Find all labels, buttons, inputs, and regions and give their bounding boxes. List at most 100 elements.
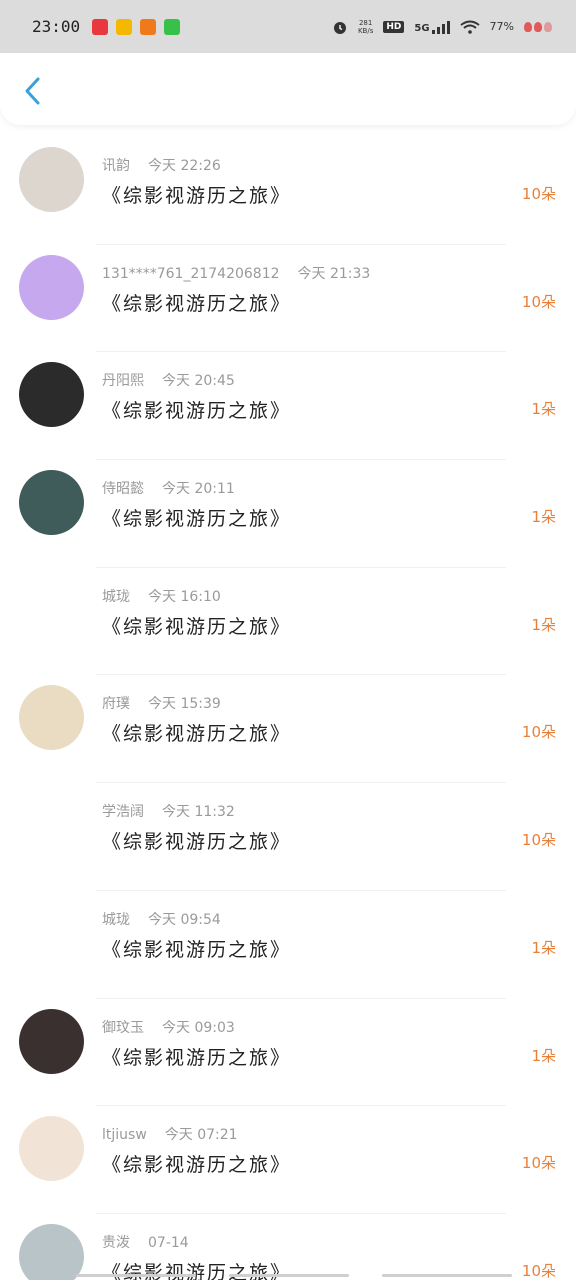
- user-name: 御玟玉: [102, 1019, 144, 1036]
- chevron-left-icon: [25, 77, 40, 105]
- list-item[interactable]: 府璞 今天 15:39 《综影视游历之旅》 10朵: [0, 675, 576, 784]
- gift-record-list: 讯韵 今天 22:26 《综影视游历之旅》 10朵 131****761_2174206…: [0, 137, 576, 1280]
- user-name: 府璞: [102, 696, 130, 713]
- avatar[interactable]: [19, 470, 84, 536]
- item-meta: 学浩阔 今天 11:32: [102, 801, 235, 821]
- item-meta: ltjiusw 今天 07:21: [102, 1124, 238, 1144]
- network-speed: 281 KB/s: [358, 19, 373, 35]
- book-title: 《综影视游历之旅》: [102, 615, 292, 638]
- status-bar: 23:00 281 KB/s HD 5G 77%: [0, 0, 576, 53]
- list-item[interactable]: 丹阳熙 今天 20:45 《综影视游历之旅》 1朵: [0, 352, 576, 461]
- item-meta: 131****761_2174206812 今天 21:33: [102, 263, 370, 283]
- user-name: 侍昭懿: [102, 481, 144, 498]
- book-title: 《综影视游历之旅》: [102, 1154, 292, 1177]
- gift-amount: 1朵: [531, 508, 556, 527]
- avatar[interactable]: [19, 147, 84, 212]
- back-button[interactable]: [14, 73, 50, 109]
- gift-amount: 10朵: [521, 831, 556, 850]
- avatar[interactable]: [19, 254, 84, 320]
- list-item[interactable]: 城珑 今天 09:54 《综影视游历之旅》 1朵: [0, 891, 576, 999]
- list-item[interactable]: 讯韵 今天 22:26 《综影视游历之旅》 10朵: [0, 137, 576, 245]
- status-time: 23:00: [32, 17, 81, 36]
- avatar[interactable]: [19, 793, 84, 859]
- timestamp: 今天 07:21: [164, 1127, 238, 1144]
- user-name: 贵泼: [102, 1234, 130, 1251]
- avatar[interactable]: [19, 900, 84, 966]
- book-title: 《综影视游历之旅》: [102, 508, 292, 531]
- avatar[interactable]: [19, 577, 84, 643]
- book-title: 《综影视游历之旅》: [102, 723, 292, 746]
- list-item[interactable]: 御玟玉 今天 09:03 《综影视游历之旅》 1朵: [0, 999, 576, 1107]
- user-name: 城珑: [102, 588, 130, 605]
- gift-amount: 1朵: [531, 1046, 556, 1065]
- gift-amount: 10朵: [521, 185, 556, 203]
- timestamp: 今天 09:54: [148, 911, 221, 928]
- battery-level: 77%: [489, 20, 514, 33]
- network-speed-unit: KB/s: [357, 26, 374, 35]
- network-type-label: 5G: [414, 22, 430, 34]
- timestamp: 今天 22:26: [148, 158, 221, 174]
- item-meta: 城珑 今天 16:10: [102, 586, 221, 606]
- item-meta: 城珑 今天 09:54: [102, 909, 221, 929]
- app-notification-icon: [164, 18, 181, 35]
- gift-amount: 10朵: [521, 292, 556, 311]
- item-meta: 侍昭懿 今天 20:11: [102, 478, 235, 498]
- item-meta: 御玟玉 今天 09:03: [102, 1017, 235, 1037]
- book-title: 《综影视游历之旅》: [102, 831, 292, 854]
- avatar[interactable]: [19, 1116, 84, 1182]
- network-speed-value: 281: [358, 18, 373, 27]
- list-item[interactable]: 侍昭懿 今天 20:11 《综影视游历之旅》 1朵: [0, 460, 576, 568]
- hd-badge: HD: [383, 20, 405, 33]
- book-title: 《综影视游历之旅》: [102, 292, 292, 315]
- gift-amount: 1朵: [531, 400, 556, 419]
- timestamp: 今天 16:10: [148, 588, 221, 605]
- list-item[interactable]: ltjiusw 今天 07:21 《综影视游历之旅》 10朵: [0, 1106, 576, 1214]
- gift-amount: 10朵: [521, 1154, 556, 1173]
- timestamp: 今天 21:33: [297, 265, 371, 282]
- gift-amount: 1朵: [531, 615, 556, 634]
- timestamp: 今天 15:39: [148, 696, 221, 713]
- list-item[interactable]: 131****761_2174206812 今天 21:33 《综影视游历之旅》 10…: [0, 245, 576, 353]
- book-title: 《综影视游历之旅》: [102, 185, 292, 207]
- user-name: ltjiusw: [102, 1127, 147, 1144]
- app-notification-icon: [116, 18, 133, 35]
- item-meta: 丹阳熙 今天 20:45: [102, 370, 235, 390]
- list-item[interactable]: 贵泼 07-14 《综影视游历之旅》 10朵: [0, 1214, 576, 1280]
- item-meta: 贵泼 07-14: [102, 1232, 189, 1252]
- avatar[interactable]: [19, 1223, 84, 1280]
- timestamp: 今天 09:03: [162, 1019, 235, 1036]
- header-bar: [0, 53, 576, 125]
- timestamp: 今天 20:45: [162, 373, 235, 390]
- avatar[interactable]: [19, 1008, 84, 1074]
- user-name: 学浩阔: [102, 804, 144, 821]
- scroll-indicator: [76, 1274, 512, 1278]
- user-name: 131****761_2174206812: [102, 265, 280, 282]
- app-notification-icon: [92, 18, 109, 35]
- battery-icon: [524, 21, 552, 32]
- item-meta: 府璞 今天 15:39: [102, 693, 221, 713]
- network-type: 5G: [414, 20, 450, 34]
- user-name: 讯韵: [102, 158, 130, 174]
- timestamp: 今天 20:11: [162, 481, 235, 498]
- book-title: 《综影视游历之旅》: [102, 1046, 292, 1069]
- list-item[interactable]: 学浩阔 今天 11:32 《综影视游历之旅》 10朵: [0, 783, 576, 891]
- status-app-icons: [92, 18, 181, 35]
- gift-amount: 1朵: [531, 938, 556, 957]
- avatar[interactable]: [19, 362, 84, 428]
- gift-amount: 10朵: [521, 1261, 556, 1280]
- signal-icon: [431, 20, 450, 34]
- wifi-icon: [459, 20, 480, 34]
- user-name: 丹阳熙: [102, 373, 144, 390]
- app-notification-icon: [140, 18, 157, 35]
- book-title: 《综影视游历之旅》: [102, 938, 292, 961]
- status-indicators: 281 KB/s HD 5G 77%: [332, 19, 552, 35]
- timestamp: 今天 11:32: [162, 804, 235, 821]
- avatar[interactable]: [19, 685, 84, 751]
- gift-amount: 10朵: [521, 723, 556, 742]
- list-item[interactable]: 城珑 今天 16:10 《综影视游历之旅》 1朵: [0, 568, 576, 676]
- timestamp: 07-14: [148, 1234, 189, 1251]
- alarm-icon: [333, 21, 346, 34]
- user-name: 城珑: [102, 911, 130, 928]
- book-title: 《综影视游历之旅》: [102, 400, 292, 423]
- item-meta: 讯韵 今天 22:26: [102, 155, 221, 175]
